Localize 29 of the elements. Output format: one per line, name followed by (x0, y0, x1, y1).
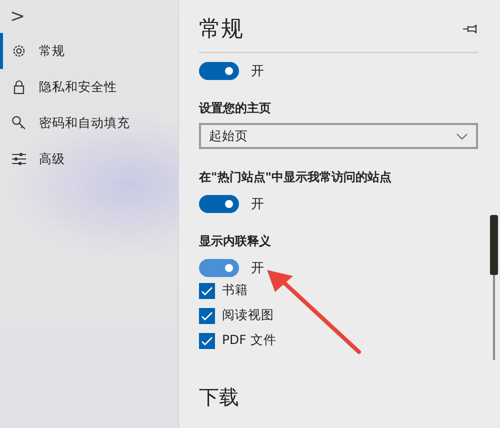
sidebar-item[interactable]: 密码和自动填充 (0, 105, 178, 141)
checkbox[interactable] (199, 308, 215, 324)
checkbox[interactable] (199, 332, 215, 348)
chevron-down-icon (456, 132, 468, 140)
gear-icon (11, 43, 27, 59)
checkbox-label: 阅读视图 (222, 307, 274, 324)
toggle-state-label: 开 (251, 63, 264, 80)
toggle-switch[interactable] (199, 62, 239, 80)
scrollbar-thumb[interactable] (490, 215, 498, 275)
sidebar-item[interactable]: 高级 (0, 141, 178, 177)
pin-icon[interactable] (462, 24, 478, 34)
toggle-switch[interactable] (199, 259, 239, 277)
setting-heading: 在"热门站点"中显示我常访问的站点 (199, 169, 393, 186)
lock-icon (11, 79, 27, 95)
checkbox-label: PDF 文件 (222, 332, 276, 349)
homepage-dropdown[interactable]: 起始页 (199, 123, 478, 149)
toggle-state-label: 开 (251, 196, 264, 213)
setting-heading: 显示内联释义 (199, 233, 272, 250)
checkbox[interactable] (199, 282, 215, 298)
expand-button[interactable]: > (10, 6, 26, 27)
sliders-icon (11, 151, 27, 167)
sidebar-item[interactable]: 隐私和安全性 (0, 69, 178, 105)
key-icon (11, 115, 27, 131)
checkbox-label: 书籍 (222, 282, 248, 299)
setting-heading: 设置您的主页 (199, 100, 272, 117)
toggle-switch[interactable] (199, 195, 239, 213)
toggle-state-label: 开 (251, 260, 264, 277)
section-title: 下载 (199, 387, 240, 407)
page-title: 常规 (199, 16, 243, 44)
